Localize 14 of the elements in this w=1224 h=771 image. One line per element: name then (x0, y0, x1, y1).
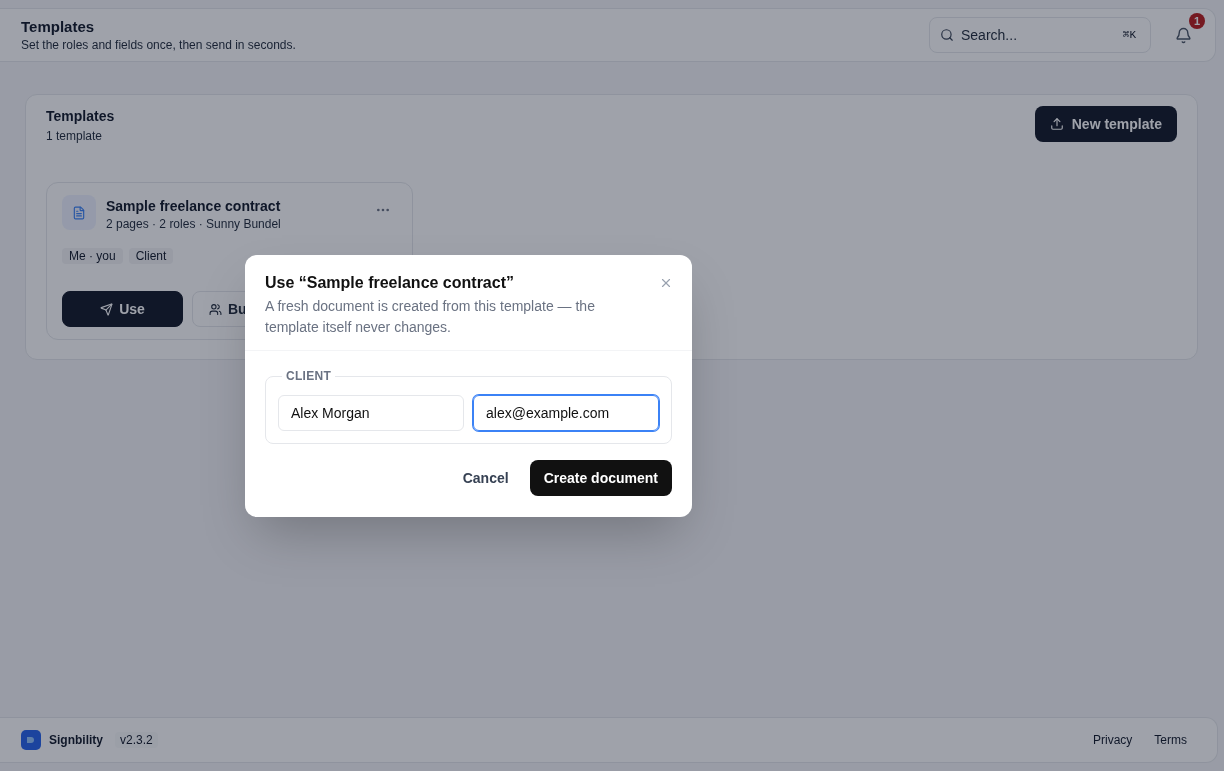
dialog-title: Use “Sample freelance contract” (265, 273, 515, 293)
brand-name: Signbility (49, 732, 103, 749)
section-title: Templates (46, 107, 115, 126)
dialog-description: A fresh document is created from this template — the template itself never changes. (265, 297, 595, 337)
version-tag: v2.3.2 (115, 732, 158, 748)
template-title: Sample freelance contract (106, 197, 281, 216)
role-chip: Client (128, 248, 174, 264)
template-meta: 2 pages · 2 roles · Sunny Bundel (106, 216, 281, 232)
notification-badge: 1 (1189, 13, 1205, 29)
role-chip: Me · you (62, 248, 123, 264)
template-count: 1 template (46, 128, 104, 145)
group-legend: CLIENT (282, 369, 336, 383)
page-subtitle: Set the roles and fields once, then send in seconds. (21, 37, 296, 53)
page-title: Templates (21, 17, 96, 37)
